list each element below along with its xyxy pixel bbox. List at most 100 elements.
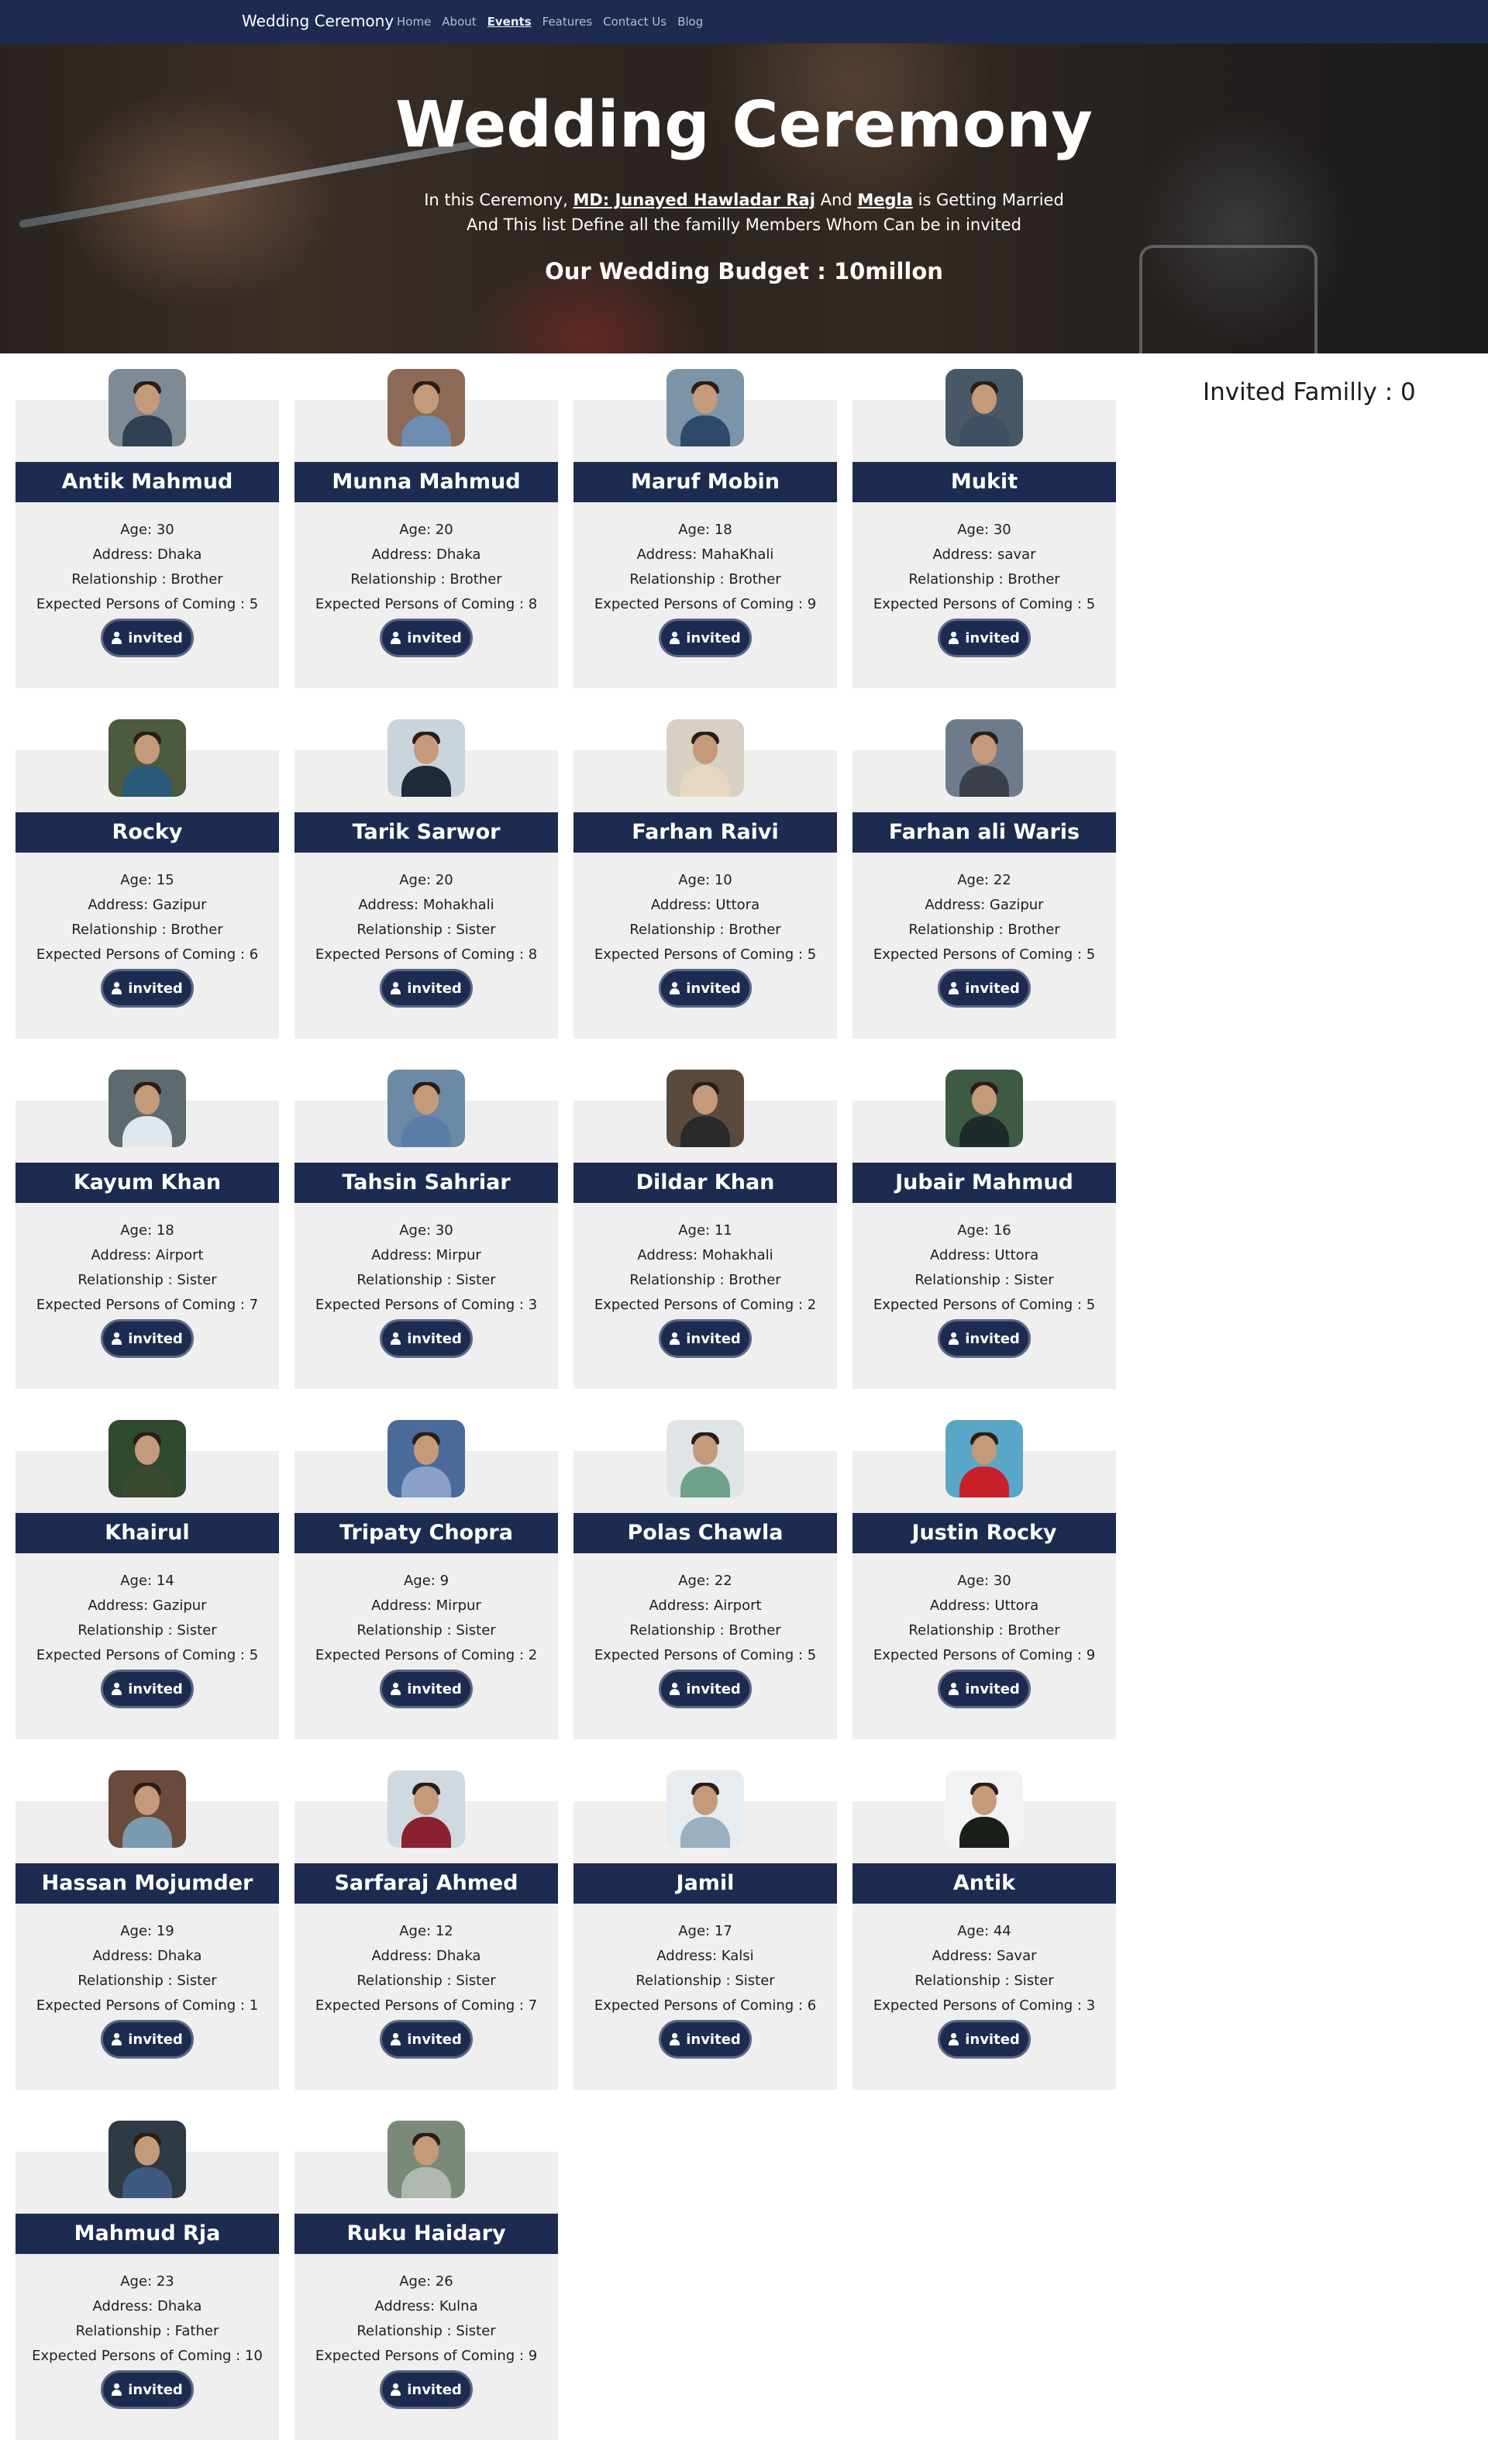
- nav-link-home[interactable]: Home: [397, 15, 431, 29]
- invite-button[interactable]: invited: [380, 619, 473, 657]
- nav-link-blog[interactable]: Blog: [677, 15, 703, 29]
- member-expected-persons: Expected Persons of Coming : 9: [873, 1647, 1096, 1663]
- invite-button[interactable]: invited: [380, 1319, 473, 1358]
- member-address: Address: Savar: [932, 1948, 1037, 1964]
- member-age: Age: 30: [120, 522, 174, 538]
- member-card: Tarik Sarwor Age: 20 Address: Mohakhali Rel…: [294, 704, 558, 1039]
- avatar: [388, 1420, 465, 1497]
- invite-button-label: invited: [965, 2031, 1020, 2048]
- nav-link-features[interactable]: Features: [542, 15, 593, 29]
- avatar: [388, 1070, 465, 1147]
- invite-button[interactable]: invited: [659, 1319, 752, 1358]
- avatar-body: [401, 1817, 451, 1848]
- member-address: Address: Airport: [649, 1597, 762, 1614]
- nav-link-about[interactable]: About: [442, 15, 476, 29]
- member-address: Address: Dhaka: [371, 1948, 481, 1964]
- avatar-body: [122, 1116, 172, 1147]
- member-expected-persons: Expected Persons of Coming : 6: [594, 1997, 817, 2014]
- member-name: Rocky: [16, 812, 279, 853]
- person-icon: [949, 982, 959, 994]
- invite-button-label: invited: [965, 980, 1020, 997]
- member-info: Age: 18 Address: Airport Relationship : Si…: [16, 1218, 279, 1318]
- member-address: Address: Dhaka: [92, 2298, 202, 2314]
- invite-button[interactable]: invited: [101, 2020, 194, 2059]
- invite-button[interactable]: invited: [938, 1670, 1031, 1708]
- invite-button[interactable]: invited: [659, 619, 752, 657]
- member-relationship: Relationship : Sister: [78, 1622, 217, 1639]
- invite-button[interactable]: invited: [101, 969, 194, 1008]
- avatar-body: [680, 1817, 730, 1848]
- member-card: Mukit Age: 30 Address: savar Relationship :…: [852, 353, 1116, 688]
- invite-button[interactable]: invited: [101, 1319, 194, 1358]
- member-relationship: Relationship : Sister: [78, 1973, 217, 1989]
- avatar-head: [135, 735, 160, 764]
- invite-button[interactable]: invited: [659, 969, 752, 1008]
- member-expected-persons: Expected Persons of Coming : 1: [36, 1997, 259, 2014]
- invite-button[interactable]: invited: [101, 619, 194, 657]
- member-name: Tarik Sarwor: [294, 812, 558, 853]
- avatar: [108, 1070, 186, 1147]
- invite-button-label: invited: [965, 1330, 1020, 1347]
- avatar-body: [122, 415, 172, 446]
- avatar-head: [693, 1786, 718, 1815]
- invite-button[interactable]: invited: [101, 1670, 194, 1708]
- avatar-body: [680, 1116, 730, 1147]
- member-age: Age: 10: [678, 872, 732, 888]
- invite-button[interactable]: invited: [938, 619, 1031, 657]
- invite-button[interactable]: invited: [101, 2370, 194, 2409]
- avatar: [666, 1420, 744, 1497]
- invite-button[interactable]: invited: [659, 2020, 752, 2059]
- groom-name: MD: Junayed Hawladar Raj: [573, 191, 815, 209]
- member-age: Age: 44: [957, 1923, 1011, 1939]
- member-age: Age: 16: [957, 1222, 1011, 1239]
- avatar-head: [135, 1085, 160, 1115]
- invite-button[interactable]: invited: [659, 1670, 752, 1708]
- avatar-head: [135, 384, 160, 414]
- invite-button[interactable]: invited: [938, 1319, 1031, 1358]
- member-card: Antik Age: 44 Address: Savar Relationship :…: [852, 1755, 1116, 2090]
- invite-button[interactable]: invited: [380, 2020, 473, 2059]
- nav-link-events[interactable]: Events: [487, 15, 532, 29]
- invite-button[interactable]: invited: [380, 1670, 473, 1708]
- invite-button[interactable]: invited: [380, 969, 473, 1008]
- avatar-head: [414, 1786, 439, 1815]
- invite-button[interactable]: invited: [938, 2020, 1031, 2059]
- person-icon: [670, 982, 680, 994]
- member-name: Munna Mahmud: [294, 462, 558, 502]
- member-name: Farhan ali Waris: [852, 812, 1116, 853]
- person-icon: [949, 1332, 959, 1345]
- brand-title[interactable]: Wedding Ceremony: [242, 12, 394, 30]
- avatar: [946, 1420, 1023, 1497]
- avatar-head: [972, 1085, 997, 1115]
- invite-button[interactable]: invited: [380, 2370, 473, 2409]
- member-age: Age: 20: [399, 872, 453, 888]
- member-age: Age: 11: [678, 1222, 732, 1239]
- member-card: Dildar Khan Age: 11 Address: Mohakhali Rela…: [574, 1054, 837, 1389]
- invite-button-label: invited: [686, 1680, 741, 1697]
- member-card: Farhan ali Waris Age: 22 Address: Gazipur R…: [852, 704, 1116, 1039]
- avatar-body: [680, 1466, 730, 1497]
- member-info: Age: 20 Address: Mohakhali Relationship : …: [294, 868, 558, 967]
- member-card: Maruf Mobin Age: 18 Address: MahaKhali Rela…: [574, 353, 837, 688]
- member-expected-persons: Expected Persons of Coming : 2: [315, 1647, 538, 1663]
- avatar: [388, 719, 465, 797]
- member-card: Khairul Age: 14 Address: Gazipur Relationsh…: [16, 1404, 279, 1739]
- person-icon: [112, 2383, 122, 2396]
- member-name: Antik Mahmud: [16, 462, 279, 502]
- member-age: Age: 30: [957, 1573, 1011, 1589]
- nav-link-contact[interactable]: Contact Us: [603, 15, 666, 29]
- avatar: [108, 719, 186, 797]
- member-expected-persons: Expected Persons of Coming : 5: [873, 596, 1096, 612]
- member-card: Munna Mahmud Age: 20 Address: Dhaka Relatio…: [294, 353, 558, 688]
- avatar-body: [122, 766, 172, 797]
- invite-button[interactable]: invited: [938, 969, 1031, 1008]
- member-relationship: Relationship : Sister: [356, 922, 496, 938]
- avatar-head: [414, 384, 439, 414]
- member-card: Kayum Khan Age: 18 Address: Airport Relatio…: [16, 1054, 279, 1389]
- member-expected-persons: Expected Persons of Coming : 5: [594, 1647, 817, 1663]
- avatar-head: [693, 1435, 718, 1465]
- member-name: Ruku Haidary: [294, 2214, 558, 2254]
- invite-button-label: invited: [407, 980, 462, 997]
- member-address: Address: Airport: [91, 1247, 204, 1263]
- member-name: Mukit: [852, 462, 1116, 502]
